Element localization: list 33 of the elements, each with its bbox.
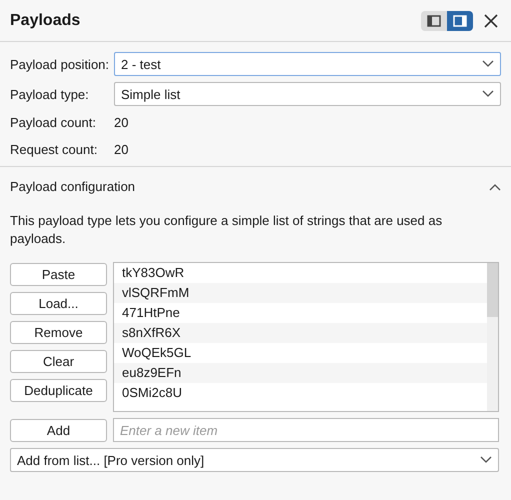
list-action-button[interactable]: Clear: [10, 350, 107, 373]
field-label: Payload type:: [10, 86, 90, 102]
panel-layout-icon: [427, 14, 441, 26]
type-select[interactable]: Simple list: [114, 82, 501, 106]
list-action-button[interactable]: Load...: [10, 292, 107, 315]
close-icon: [483, 12, 499, 28]
description-text: This payload type lets you configure a simple list of strings that are used as payloads.: [10, 212, 444, 248]
scrollbar[interactable]: [487, 263, 498, 411]
dropdown-chevron-icon[interactable]: [480, 456, 492, 464]
layout-toggle-button[interactable]: [421, 10, 447, 30]
add-from-list-select[interactable]: Add from list... [Pro version only]: [10, 448, 499, 472]
list-action-button[interactable]: Remove: [10, 321, 107, 344]
panel-title: Payloads: [10, 12, 82, 30]
field-label: Payload count:: [10, 115, 98, 130]
field-label: Request count:: [10, 142, 98, 157]
collapse-chevron-icon[interactable]: [489, 182, 501, 190]
new-item-field[interactable]: Enter a new item: [113, 418, 499, 442]
list-item[interactable]: s8nXfR6X: [114, 323, 487, 343]
list-item[interactable]: vlSQRFmM: [114, 283, 487, 303]
position-select[interactable]: 2 - test: [114, 52, 501, 76]
section-title: Payload configuration: [10, 179, 136, 194]
list-action-button[interactable]: Paste: [10, 263, 107, 286]
layout-toggle-button[interactable]: [447, 10, 473, 30]
count-value: 20: [114, 115, 128, 130]
count-value: 20: [114, 142, 128, 157]
add-button[interactable]: Add: [10, 419, 107, 442]
list-item[interactable]: eu8z9EFn: [114, 363, 487, 383]
payload-list[interactable]: tkY83OwR vlSQRFmM 471HtPne s8nXfR6X WoQEk5GL eu8z9EFn 0SMi2c8U: [113, 262, 499, 412]
panel-layout-icon: [453, 14, 467, 26]
field-label: Payload position:: [10, 56, 110, 72]
dropdown-chevron-icon[interactable]: [482, 60, 494, 68]
list-action-button[interactable]: Deduplicate: [10, 379, 107, 402]
dropdown-chevron-icon[interactable]: [482, 90, 494, 98]
